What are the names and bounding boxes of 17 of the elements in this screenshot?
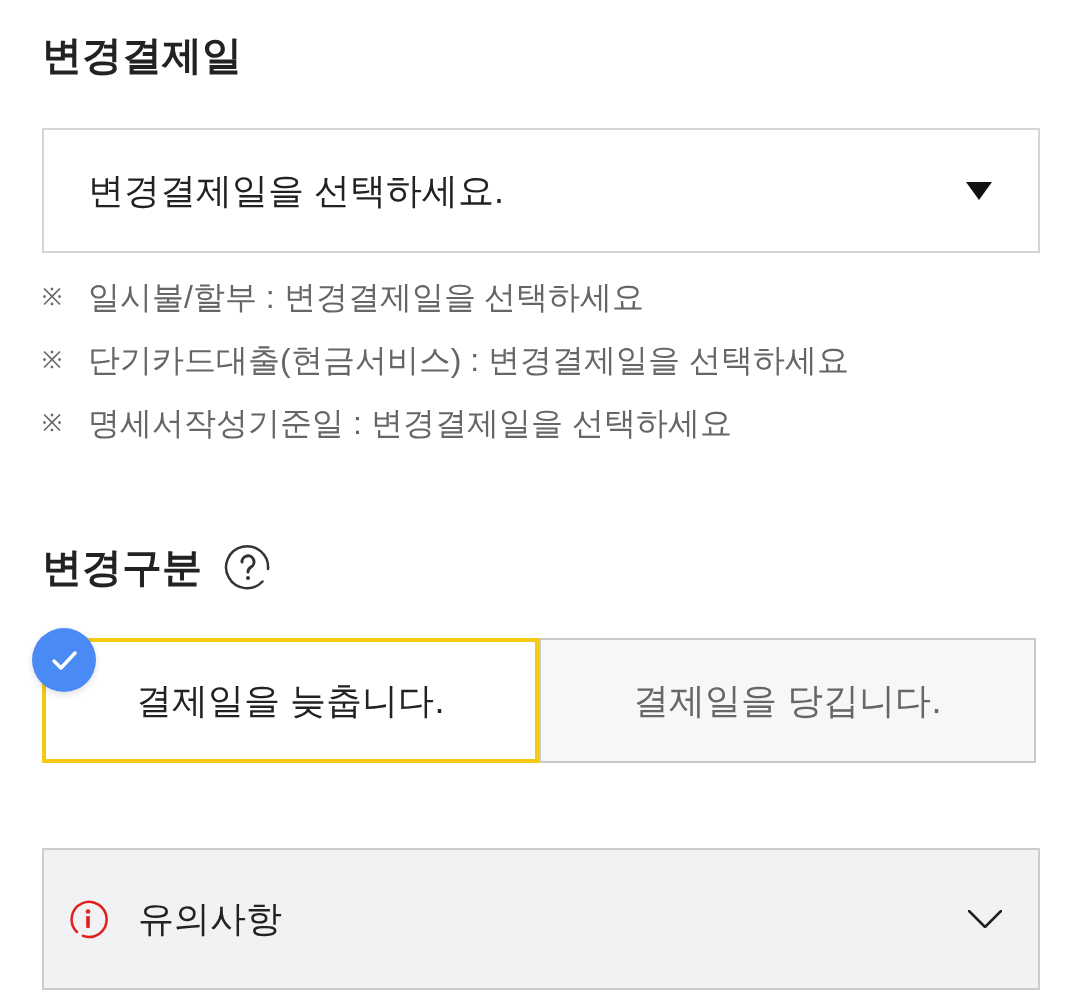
check-circle-icon — [32, 628, 96, 692]
payment-date-select[interactable]: 변경결제일을 선택하세요. — [42, 128, 1040, 253]
note-mark: ※ — [42, 281, 63, 312]
note-text: 단기카드대출(현금서비스) : 변경결제일을 선택하세요 — [88, 340, 849, 380]
note-text: 명세서작성기준일 : 변경결제일을 선택하세요 — [88, 403, 732, 443]
note-mark: ※ — [42, 407, 63, 438]
section-title: 변경결제일 — [42, 32, 242, 79]
change-type-option[interactable]: 결제일을 늦춥니다. — [42, 638, 539, 763]
notice-accordion[interactable]: 유의사항 — [42, 848, 1040, 990]
section-title: 변경구분 — [42, 544, 202, 591]
note-text: 일시불/할부 : 변경결제일을 선택하세요 — [88, 277, 645, 317]
change-type-option[interactable]: 결제일을 당깁니다. — [539, 638, 1036, 763]
help-icon[interactable] — [224, 543, 272, 591]
note-mark: ※ — [42, 344, 63, 375]
info-icon — [68, 899, 108, 939]
chevron-down-icon — [968, 910, 1002, 928]
dropdown-triangle-icon — [966, 181, 992, 200]
